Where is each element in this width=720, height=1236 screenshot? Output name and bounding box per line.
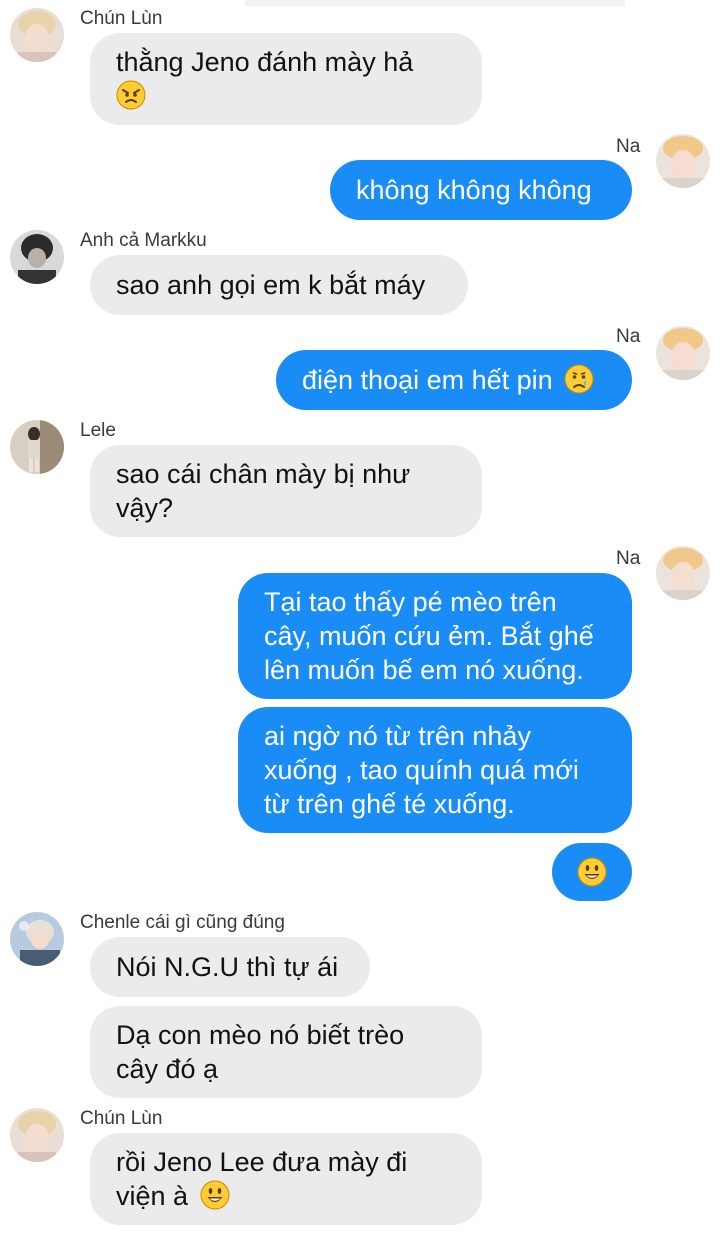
message-bubble[interactable]: sao anh gọi em k bắt máy (90, 255, 468, 315)
message-bubble[interactable]: sao cái chân mày bị như vậy? (90, 445, 482, 537)
message-text: Nói N.G.U thì tự ái (116, 952, 339, 982)
sender-name: Na (616, 136, 641, 157)
smiley-face-icon (200, 1180, 230, 1210)
message-text-line: viện à (116, 1181, 189, 1211)
message-text-line: xuống , tao quính quá mới (264, 755, 579, 785)
avatar-na[interactable] (656, 326, 710, 380)
message-text-line: rồi Jeno Lee đưa mày đi (116, 1147, 408, 1177)
message-text: không không không (356, 175, 592, 205)
message-text-line: sao cái chân mày bị như (116, 459, 411, 489)
sender-name: Lele (80, 420, 116, 441)
smiley-face-icon (577, 857, 607, 887)
sender-name: Na (616, 548, 641, 569)
message-text-line: Dạ con mèo nó biết trèo (116, 1020, 405, 1050)
message-text-line: từ trên ghế té xuống. (264, 789, 515, 819)
sender-name: Chún Lùn (80, 1108, 163, 1129)
sender-name: Anh cả Markku (80, 230, 207, 251)
sender-name: Na (616, 326, 641, 347)
avatar-na[interactable] (656, 546, 710, 600)
message-text: điện thoại em hết pin (302, 365, 553, 395)
message-text-line: vậy? (116, 493, 174, 523)
message-text-line: ai ngờ nó từ trên nhảy (264, 721, 531, 751)
avatar-anh-ca-markku[interactable] (10, 230, 64, 284)
avatar-lele[interactable] (10, 420, 64, 474)
message-text-line: lên muốn bế em nó xuống. (264, 655, 584, 685)
message-bubble[interactable] (552, 843, 632, 901)
avatar-chun-lun[interactable] (10, 8, 64, 62)
message-bubble[interactable]: Tại tao thấy pé mèo trên cây, muốn cứu ẻ… (238, 573, 632, 699)
angry-face-icon (116, 80, 146, 110)
message-bubble[interactable]: điện thoại em hết pin (276, 350, 632, 410)
top-divider (245, 0, 625, 6)
message-bubble[interactable]: Dạ con mèo nó biết trèo cây đó ạ (90, 1006, 482, 1098)
message-bubble[interactable]: không không không (330, 160, 632, 220)
avatar-chun-lun[interactable] (10, 1108, 64, 1162)
message-bubble[interactable]: rồi Jeno Lee đưa mày đi viện à (90, 1133, 482, 1225)
message-text: thằng Jeno đánh mày hả (116, 47, 414, 77)
message-text-line: cây đó ạ (116, 1054, 219, 1084)
message-bubble[interactable]: ai ngờ nó từ trên nhảy xuống , tao quính… (238, 707, 632, 833)
message-bubble[interactable]: thằng Jeno đánh mày hả (90, 33, 482, 125)
message-text-line: cây, muốn cứu ẻm. Bắt ghế (264, 621, 594, 651)
sender-name: Chenle cái gì cũng đúng (80, 912, 285, 933)
message-text: sao anh gọi em k bắt máy (116, 270, 426, 300)
crying-face-icon (564, 364, 594, 394)
message-bubble[interactable]: Nói N.G.U thì tự ái (90, 937, 370, 997)
avatar-chenle[interactable] (10, 912, 64, 966)
avatar-na[interactable] (656, 134, 710, 188)
sender-name: Chún Lùn (80, 8, 163, 29)
message-text-line: Tại tao thấy pé mèo trên (264, 587, 557, 617)
